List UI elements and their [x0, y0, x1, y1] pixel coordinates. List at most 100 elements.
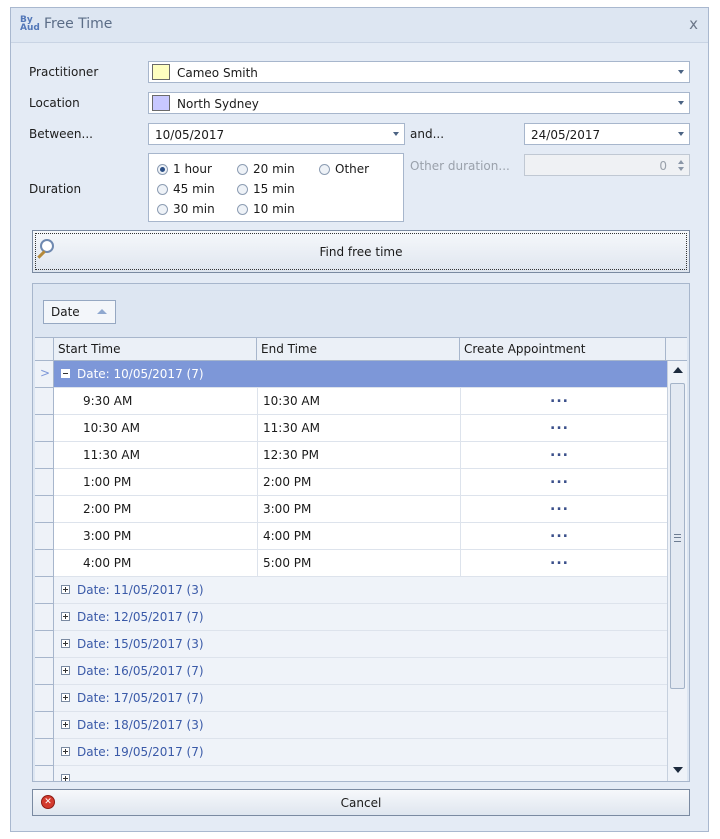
column-create-appointment[interactable]: Create Appointment — [460, 338, 666, 360]
start-time-cell: 2:00 PM — [83, 502, 132, 516]
group-row-partial[interactable] — [35, 766, 667, 781]
collapse-icon[interactable] — [61, 369, 70, 378]
group-row[interactable]: Date: 17/05/2017 (7) — [35, 685, 667, 712]
table-row[interactable]: 2:00 PM 3:00 PM... — [35, 496, 667, 523]
end-date-picker[interactable]: 24/05/2017 — [524, 123, 690, 145]
radio-icon — [237, 203, 248, 215]
cell-divider — [257, 496, 258, 523]
duration-label: Duration — [29, 182, 82, 196]
chevron-down-icon — [678, 70, 684, 74]
row-indicator — [35, 631, 54, 658]
scroll-thumb[interactable] — [670, 383, 685, 689]
duration-radio-10-min[interactable]: 10 min — [237, 202, 295, 216]
and-label: and... — [410, 127, 445, 141]
close-button[interactable]: x — [689, 15, 698, 33]
expand-icon[interactable] — [61, 612, 70, 621]
group-row[interactable]: Date: 18/05/2017 (3) — [35, 712, 667, 739]
group-label: Date: 10/05/2017 (7) — [77, 367, 204, 381]
find-free-time-button[interactable]: Find free time — [32, 230, 690, 273]
cell-divider — [257, 388, 258, 415]
practitioner-label: Practitioner — [29, 65, 99, 79]
location-color-swatch — [152, 95, 170, 111]
radio-icon — [157, 183, 168, 195]
location-label: Location — [29, 96, 80, 110]
expand-icon[interactable] — [61, 720, 70, 729]
group-row[interactable]: Date: 11/05/2017 (3) — [35, 577, 667, 604]
practitioner-color-swatch — [152, 64, 170, 80]
cell-divider — [460, 388, 461, 415]
duration-options: 1 hour 20 min Other 45 min 15 min 30 min… — [148, 153, 404, 222]
cell-divider — [460, 442, 461, 469]
group-label: Date: 19/05/2017 (7) — [77, 745, 204, 759]
expand-icon[interactable] — [61, 693, 70, 702]
row-indicator — [35, 739, 54, 766]
row-indicator — [35, 550, 54, 577]
expand-icon[interactable] — [61, 666, 70, 675]
expand-icon[interactable] — [61, 585, 70, 594]
group-label: Date: 17/05/2017 (7) — [77, 691, 204, 705]
create-appointment-button[interactable]: ... — [550, 417, 569, 433]
radio-label: Other — [335, 162, 370, 176]
group-row[interactable]: Date: 19/05/2017 (7) — [35, 739, 667, 766]
find-button-label: Find free time — [319, 245, 403, 259]
expand-icon[interactable] — [61, 639, 70, 648]
table-row[interactable]: 9:30 AM 10:30 AM... — [35, 388, 667, 415]
expand-icon[interactable] — [61, 774, 70, 781]
grip-icon — [674, 534, 681, 542]
cell-divider — [460, 415, 461, 442]
table-row[interactable]: 1:00 PM 2:00 PM... — [35, 469, 667, 496]
sort-ascending-icon — [97, 309, 107, 314]
cancel-button[interactable]: ✕ Cancel — [32, 789, 690, 816]
cell-divider — [460, 550, 461, 577]
other-duration-spinner[interactable]: 0 — [524, 154, 690, 176]
expand-icon[interactable] — [61, 747, 70, 756]
duration-radio-15-min[interactable]: 15 min — [237, 182, 295, 196]
group-row-expanded[interactable]: > Date: 10/05/2017 (7) — [35, 361, 667, 388]
scroll-up-icon[interactable] — [673, 367, 683, 373]
table-row[interactable]: 11:30 AM 12:30 PM... — [35, 442, 667, 469]
other-duration-label: Other duration... — [410, 159, 510, 173]
create-appointment-button[interactable]: ... — [550, 525, 569, 541]
create-appointment-button[interactable]: ... — [550, 498, 569, 514]
title-bar: By Aud Free Time x — [11, 8, 708, 43]
radio-checked-icon — [157, 163, 168, 175]
location-select[interactable]: North Sydney — [148, 92, 690, 114]
cell-divider — [257, 469, 258, 496]
duration-radio-45-min[interactable]: 45 min — [157, 182, 215, 196]
duration-radio-20-min[interactable]: 20 min — [237, 162, 295, 176]
table-row[interactable]: 10:30 AM 11:30 AM... — [35, 415, 667, 442]
duration-radio-other[interactable]: Other — [319, 162, 369, 176]
create-appointment-button[interactable]: ... — [550, 444, 569, 460]
vertical-scrollbar[interactable] — [667, 361, 687, 781]
practitioner-select[interactable]: Cameo Smith — [148, 61, 690, 83]
create-appointment-button[interactable]: ... — [550, 552, 569, 568]
duration-radio-1-hour[interactable]: 1 hour — [157, 162, 212, 176]
duration-radio-30-min[interactable]: 30 min — [157, 202, 215, 216]
create-appointment-button[interactable]: ... — [550, 471, 569, 487]
chevron-down-icon — [678, 101, 684, 105]
column-end-time[interactable]: End Time — [257, 338, 460, 360]
scroll-down-icon[interactable] — [673, 767, 683, 773]
end-time-cell: 5:00 PM — [263, 556, 312, 570]
row-indicator — [35, 523, 54, 550]
practitioner-value: Cameo Smith — [177, 66, 258, 80]
table-row[interactable]: 3:00 PM 4:00 PM... — [35, 523, 667, 550]
group-by-label: Date — [51, 305, 80, 319]
create-appointment-button[interactable]: ... — [550, 390, 569, 406]
results-panel: Date Start Time End Time Create Appointm… — [32, 283, 690, 782]
group-by-date-chip[interactable]: Date — [43, 300, 116, 324]
start-date-picker[interactable]: 10/05/2017 — [148, 123, 405, 145]
group-row[interactable]: Date: 12/05/2017 (7) — [35, 604, 667, 631]
cell-divider — [460, 523, 461, 550]
row-indicator — [35, 766, 54, 781]
table-row[interactable]: 4:00 PM 5:00 PM... — [35, 550, 667, 577]
group-row[interactable]: Date: 16/05/2017 (7) — [35, 658, 667, 685]
spin-up-icon — [678, 160, 684, 164]
end-time-cell: 2:00 PM — [263, 475, 312, 489]
group-row[interactable]: Date: 15/05/2017 (3) — [35, 631, 667, 658]
radio-label: 20 min — [253, 162, 295, 176]
radio-icon — [319, 163, 330, 175]
location-value: North Sydney — [177, 97, 259, 111]
row-indicator — [35, 658, 54, 685]
column-start-time[interactable]: Start Time — [54, 338, 257, 360]
